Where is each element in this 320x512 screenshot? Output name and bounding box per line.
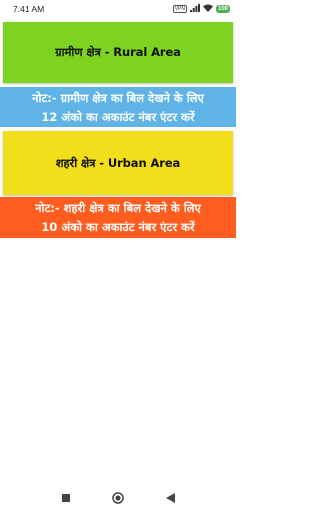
home-circle-icon (112, 492, 124, 504)
recents-square-icon (62, 494, 70, 502)
status-bar: 7:41 AM VPN 100 (0, 0, 236, 18)
app-screen: 7:41 AM VPN 100 ग्रामीण क्षेत्र - Rural … (0, 0, 236, 512)
rural-note-line2: 12 अंको का अकाउंट नंबर एंटर करें (41, 110, 195, 124)
urban-area-button[interactable]: शहरी क्षेत्र - Urban Area (3, 131, 233, 195)
status-icons: VPN 100 (172, 4, 230, 14)
back-button[interactable] (163, 491, 177, 505)
rural-area-button[interactable]: ग्रामीण क्षेत्र - Rural Area (3, 22, 233, 83)
urban-note-banner: नोट:- शहरी क्षेत्र का बिल देखने के लिए 1… (0, 197, 236, 238)
urban-note-line1: नोट:- शहरी क्षेत्र का बिल देखने के लिए (35, 201, 201, 215)
rural-note-banner: नोट:- ग्रामीण क्षेत्र का बिल देखने के लि… (0, 87, 236, 127)
urban-note-line2: 10 अंको का अकाउंट नंबर एंटर करें (41, 220, 195, 234)
urban-area-label: शहरी क्षेत्र - Urban Area (55, 155, 181, 170)
signal-icon (189, 4, 200, 14)
vpn-icon: VPN (172, 5, 187, 13)
wifi-icon (202, 4, 213, 14)
system-nav-bar (0, 484, 236, 512)
rural-note-line1: नोट:- ग्रामीण क्षेत्र का बिल देखने के लि… (32, 91, 204, 105)
home-button[interactable] (111, 491, 125, 505)
rural-area-label: ग्रामीण क्षेत्र - Rural Area (55, 45, 181, 59)
recents-button[interactable] (59, 491, 73, 505)
status-time: 7:41 AM (13, 4, 45, 14)
back-triangle-icon (165, 493, 175, 503)
battery-icon: 100 (215, 5, 230, 13)
